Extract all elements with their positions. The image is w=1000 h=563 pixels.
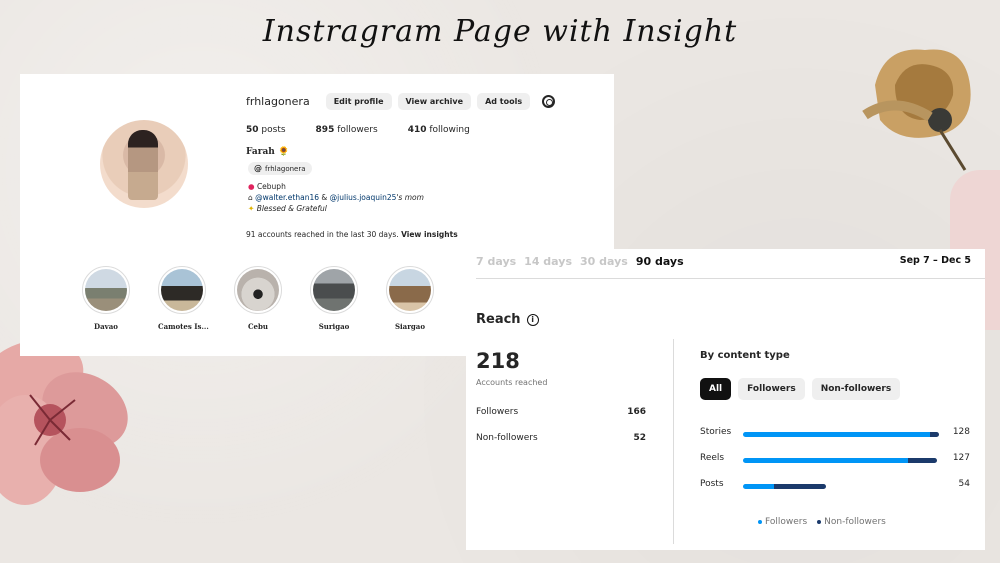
sparkles-icon: ✦ [248,204,255,213]
bar-non-followers-segment [929,432,939,437]
bar-label: Posts [700,479,724,489]
bar-track [743,484,939,489]
legend-non-followers: Non-followers [817,517,886,527]
view-archive-button[interactable]: View archive [397,93,472,110]
chart-legend: Followers Non-followers [758,517,886,527]
profile-stats: 50 posts 895 followers 410 following [246,125,470,135]
highlight-item[interactable]: Camotes Is... [158,266,209,331]
tab-90-days[interactable]: 90 days [636,255,684,268]
followers-reach-row: Followers 166 [476,407,646,417]
username: frhlagonera [246,95,310,108]
mention-link[interactable]: @julius.joaquin25 [330,193,397,202]
accounts-reached-label: Accounts reached [476,378,548,387]
date-range-label: Sep 7 – Dec 5 [899,255,971,266]
bar-non-followers-segment [908,458,938,463]
bar-value: 127 [952,453,970,463]
divider [476,278,985,279]
bar-followers-segment [743,458,909,463]
highlight-item[interactable]: Cebu [234,266,282,331]
tab-7-days[interactable]: 7 days [476,255,516,268]
reach-summary: 91 accounts reached in the last 30 days.… [246,230,458,239]
filter-followers-button[interactable]: Followers [738,378,805,400]
tab-30-days[interactable]: 30 days [580,255,628,268]
bar-value: 128 [952,427,970,437]
bio-location: Cebuph [256,182,286,191]
threads-icon: @ [254,164,262,173]
info-icon[interactable]: i [526,313,539,326]
non-followers-reach-row: Non-followers 52 [476,433,646,443]
bar-label: Reels [700,453,725,463]
legend-followers: Followers [758,517,807,527]
profile-header-row: frhlagonera Edit profile View archive Ad… [246,93,556,110]
view-insights-link[interactable]: View insights [401,230,458,239]
audience-filters: All Followers Non-followers [700,378,901,400]
bar-followers-segment [743,484,774,489]
filter-all-button[interactable]: All [700,378,732,400]
threads-handle: frhlagonera [265,164,306,173]
bar-row-stories: Stories 128 [700,427,970,453]
bar-followers-segment [743,432,930,437]
pink-flower-decoration [0,340,128,505]
filter-non-followers-button[interactable]: Non-followers [811,378,901,400]
mention-link[interactable]: @walter.ethan16 [255,193,319,202]
threads-badge[interactable]: @ frhlagonera [248,162,312,175]
date-range-tabs: 7 days 14 days 30 days 90 days [476,255,684,268]
divider [673,339,674,544]
bar-label: Stories [700,427,732,437]
bar-row-posts: Posts 54 [700,479,970,505]
bar-row-reels: Reels 127 [700,453,970,479]
edit-profile-button[interactable]: Edit profile [325,93,392,110]
bar-value: 54 [958,479,970,489]
dried-rose-decoration [862,49,971,171]
gear-icon[interactable] [542,95,556,108]
display-name: Farah 🌻 [246,147,290,157]
reach-heading: Reach i [476,312,539,327]
bio-tagline: Blessed & Grateful [256,204,327,213]
highlight-item[interactable]: Surigao [310,266,358,331]
location-pin-icon: ● [248,182,255,191]
content-type-chart: Stories 128 Reels 127 Posts 54 [700,427,970,505]
accounts-reached-total: 218 [476,349,520,373]
story-highlights: Davao Camotes Is... Cebu Surigao Siargao [82,266,434,331]
house-icon: ⌂ [248,193,253,202]
tab-14-days[interactable]: 14 days [524,255,572,268]
bar-track [743,432,939,437]
following-stat[interactable]: 410 following [408,125,470,135]
highlight-item[interactable]: Davao [82,266,130,331]
ad-tools-button[interactable]: Ad tools [477,93,531,110]
bar-non-followers-segment [773,484,826,489]
posts-stat[interactable]: 50 posts [246,125,286,135]
followers-stat[interactable]: 895 followers [316,125,378,135]
content-type-heading: By content type [700,350,790,361]
avatar[interactable] [100,120,188,208]
highlight-item[interactable]: Siargao [386,266,434,331]
bio: ● Cebuph ⌂ @walter.ethan16 & @julius.joa… [248,182,424,213]
insights-card: 7 days 14 days 30 days 90 days Sep 7 – D… [466,249,985,550]
bar-track [743,458,939,463]
